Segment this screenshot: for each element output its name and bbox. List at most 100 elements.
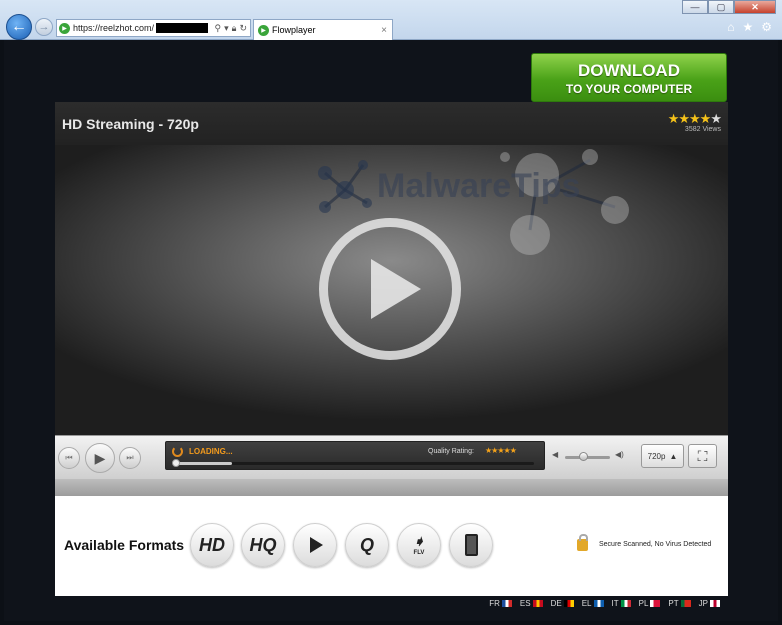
volume-knob[interactable]	[579, 452, 588, 461]
tab-favicon-icon: ▶	[258, 24, 269, 36]
address-bar[interactable]: ▶ https://reelzhot.com/ ⚲ ▾ 🔒︎ ↻	[56, 19, 251, 37]
home-icon[interactable]: ⌂	[727, 20, 734, 34]
gear-icon[interactable]: ⚙	[761, 20, 772, 34]
flag-jp-icon	[710, 600, 720, 607]
arrow-right-icon: →	[38, 21, 50, 33]
format-hq-button[interactable]: HQ	[241, 523, 285, 567]
play-button[interactable]: ▶	[85, 443, 115, 473]
quicktime-icon: Q	[359, 534, 374, 555]
big-play-button[interactable]	[319, 218, 461, 360]
minimize-button[interactable]: —	[682, 0, 708, 14]
lang-code: FR	[489, 599, 500, 608]
format-hq-label: HQ	[249, 534, 277, 555]
site-favicon-icon: ▶	[59, 22, 70, 34]
quality-select[interactable]: 720p ▲	[641, 444, 684, 468]
lang-jp[interactable]: JP	[699, 599, 720, 608]
play-icon	[371, 259, 421, 319]
download-sublabel: TO YOUR COMPUTER	[565, 82, 693, 96]
watermark-text: MalwareTips	[377, 167, 580, 205]
fast-forward-icon: ⏭	[126, 453, 134, 462]
volume-high-icon[interactable]: ◀)	[615, 450, 624, 459]
flv-arrow-icon: ➧	[413, 533, 425, 549]
lang-code: IT	[611, 599, 619, 608]
flag-pl-icon	[650, 600, 661, 607]
formats-label: Available Formats	[64, 537, 185, 553]
fullscreen-button[interactable]: ⛶	[688, 444, 717, 468]
video-title: HD Streaming - 720p	[62, 116, 199, 132]
lang-code: ES	[519, 599, 531, 608]
browser-tools: ⌂ ★ ⚙	[727, 20, 772, 34]
quality-value: 720p	[647, 451, 666, 461]
format-hd-button[interactable]: HD	[190, 523, 234, 567]
format-play-button[interactable]	[293, 523, 337, 567]
lang-el[interactable]: EL	[582, 599, 604, 608]
formats-panel: Available Formats HD HQ Q ➧ FLV Secure Sc…	[55, 496, 728, 596]
format-flv-label: FLV	[413, 550, 425, 556]
seek-bar[interactable]	[172, 459, 534, 467]
phone-icon	[464, 534, 478, 556]
tab-close-icon[interactable]: ×	[381, 25, 387, 36]
arrow-left-icon: ←	[11, 18, 27, 35]
player-header: HD Streaming - 720p ★★★★★ 3582 Views	[55, 102, 728, 145]
fullscreen-icon: ⛶	[697, 447, 708, 464]
star-icon[interactable]: ★	[742, 20, 753, 34]
play-icon: ▶	[94, 449, 106, 466]
play-icon	[310, 537, 323, 553]
format-quicktime-button[interactable]: Q	[345, 523, 389, 567]
language-selector: FR ES DE EL IT PL PT JP	[489, 599, 720, 608]
volume-slider[interactable]	[565, 452, 610, 461]
flag-fr-icon	[501, 600, 512, 607]
rewind-button[interactable]: ⏮	[58, 447, 80, 469]
star-rating[interactable]: ★★★★★	[668, 111, 722, 127]
seek-knob[interactable]	[172, 459, 180, 467]
back-button[interactable]: ←	[6, 14, 32, 40]
lang-code: EL	[581, 599, 592, 608]
video-player: HD Streaming - 720p ★★★★★ 3582 Views Mal…	[55, 102, 728, 496]
lang-pt[interactable]: PT	[668, 599, 691, 608]
video-screen[interactable]: MalwareTips	[55, 145, 728, 435]
lang-fr[interactable]: FR	[489, 599, 512, 608]
tab-title: Flowplayer	[272, 25, 316, 35]
page-content: DOWNLOAD TO YOUR COMPUTER HD Streaming -…	[4, 40, 778, 621]
lang-it[interactable]: IT	[612, 599, 631, 608]
forward-button[interactable]: →	[35, 18, 53, 36]
flag-es-icon	[532, 600, 543, 607]
lang-es[interactable]: ES	[520, 599, 543, 608]
format-mobile-button[interactable]	[449, 523, 493, 567]
search-icon[interactable]: ⚲	[215, 23, 222, 34]
chevron-up-icon: ▲	[669, 451, 678, 461]
download-label: DOWNLOAD	[578, 61, 680, 80]
address-url: https://reelzhot.com/	[73, 23, 155, 33]
download-button[interactable]: DOWNLOAD TO YOUR COMPUTER	[531, 53, 727, 102]
lang-code: DE	[550, 599, 562, 608]
quality-rating-stars: ★★★★★	[485, 446, 517, 455]
flag-it-icon	[620, 600, 631, 607]
progress-panel: LOADING... Quality Rating: ★★★★★	[165, 441, 545, 470]
fast-forward-button[interactable]: ⏭	[119, 447, 141, 469]
maximize-button[interactable]: ▢	[708, 0, 734, 14]
padlock-icon	[577, 534, 588, 551]
volume-low-icon[interactable]: ◀	[552, 450, 558, 459]
loading-text: LOADING...	[189, 447, 233, 456]
refresh-icon[interactable]: ↻	[239, 23, 247, 34]
lang-code: JP	[698, 599, 708, 608]
lang-pl[interactable]: PL	[639, 599, 661, 608]
redacted-url-part	[156, 23, 209, 33]
lang-de[interactable]: DE	[551, 599, 574, 608]
window-buttons: — ▢ ✕	[682, 0, 776, 14]
secure-scan-text: Secure Scanned, No Virus Detected	[599, 541, 712, 548]
close-window-button[interactable]: ✕	[734, 0, 776, 14]
view-count: 3582 Views	[684, 126, 721, 133]
player-controls: ⏮ ▶ ⏭ LOADING... Quality Rating: ★★★★★ ◀…	[55, 435, 728, 479]
dropdown-icon[interactable]: ▾	[224, 23, 229, 34]
lang-code: PL	[638, 599, 649, 608]
quality-rating-label: Quality Rating:	[428, 448, 474, 455]
rewind-icon: ⏮	[65, 453, 73, 462]
lock-icon[interactable]: 🔒︎	[232, 23, 237, 34]
flag-de-icon	[563, 600, 574, 607]
tab-flowplayer[interactable]: ▶ Flowplayer ×	[253, 19, 393, 40]
format-flv-button[interactable]: ➧ FLV	[397, 523, 441, 567]
player-footer-bar	[55, 479, 728, 496]
format-hd-label: HD	[199, 534, 225, 555]
seek-bar-fill	[174, 462, 232, 465]
